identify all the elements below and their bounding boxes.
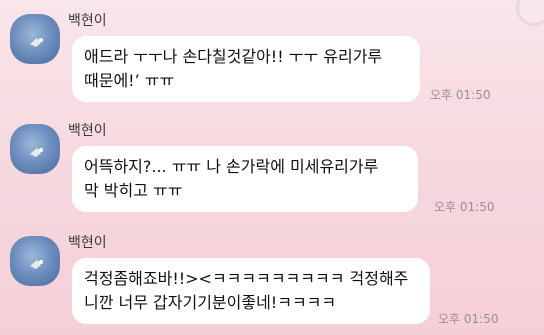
sender-name: 백현이 <box>68 235 107 251</box>
corner-decoration <box>516 0 544 26</box>
profile-image <box>30 38 43 47</box>
avatar[interactable] <box>10 14 60 64</box>
avatar[interactable] <box>10 236 60 286</box>
message-time: 오후 01:50 <box>434 200 495 214</box>
message-text: 애드라 ㅜㅜ나 손다칠것같아!! ㅜㅜ 유리가루 <box>84 47 383 66</box>
sender-name: 백현이 <box>68 123 107 139</box>
message-text: 때문에!’ ㅠㅠ <box>84 71 175 90</box>
message-bubble[interactable]: 어뜩하지?... ㅠㅠ 나 손가락에 미세유리가루 막 박히고 ㅠㅠ <box>72 146 418 212</box>
message-bubble[interactable]: 애드라 ㅜㅜ나 손다칠것같아!! ㅜㅜ 유리가루 때문에!’ ㅠㅠ <box>72 36 420 102</box>
message-bubble[interactable]: 걱정좀해죠바!!><ㅋㅋㅋㅋㅋㅋㅋㅋㅋ 걱정해주 니깐 너무 갑자기기분이좋네!… <box>72 258 430 324</box>
sender-name: 백현이 <box>68 13 107 29</box>
message-text: 걱정좀해죠바!!><ㅋㅋㅋㅋㅋㅋㅋㅋㅋ 걱정해주 <box>84 269 409 288</box>
message-text: 막 박히고 ㅠㅠ <box>84 181 183 200</box>
profile-image <box>30 148 43 157</box>
message-time: 오후 01:50 <box>430 88 491 102</box>
avatar[interactable] <box>10 124 60 174</box>
message-text: 니깐 너무 갑자기기분이좋네!ㅋㅋㅋㅋ <box>84 293 337 312</box>
message-time: 오후 01:50 <box>438 312 499 326</box>
profile-image <box>30 260 43 269</box>
message-text: 어뜩하지?... ㅠㅠ 나 손가락에 미세유리가루 <box>84 157 379 176</box>
